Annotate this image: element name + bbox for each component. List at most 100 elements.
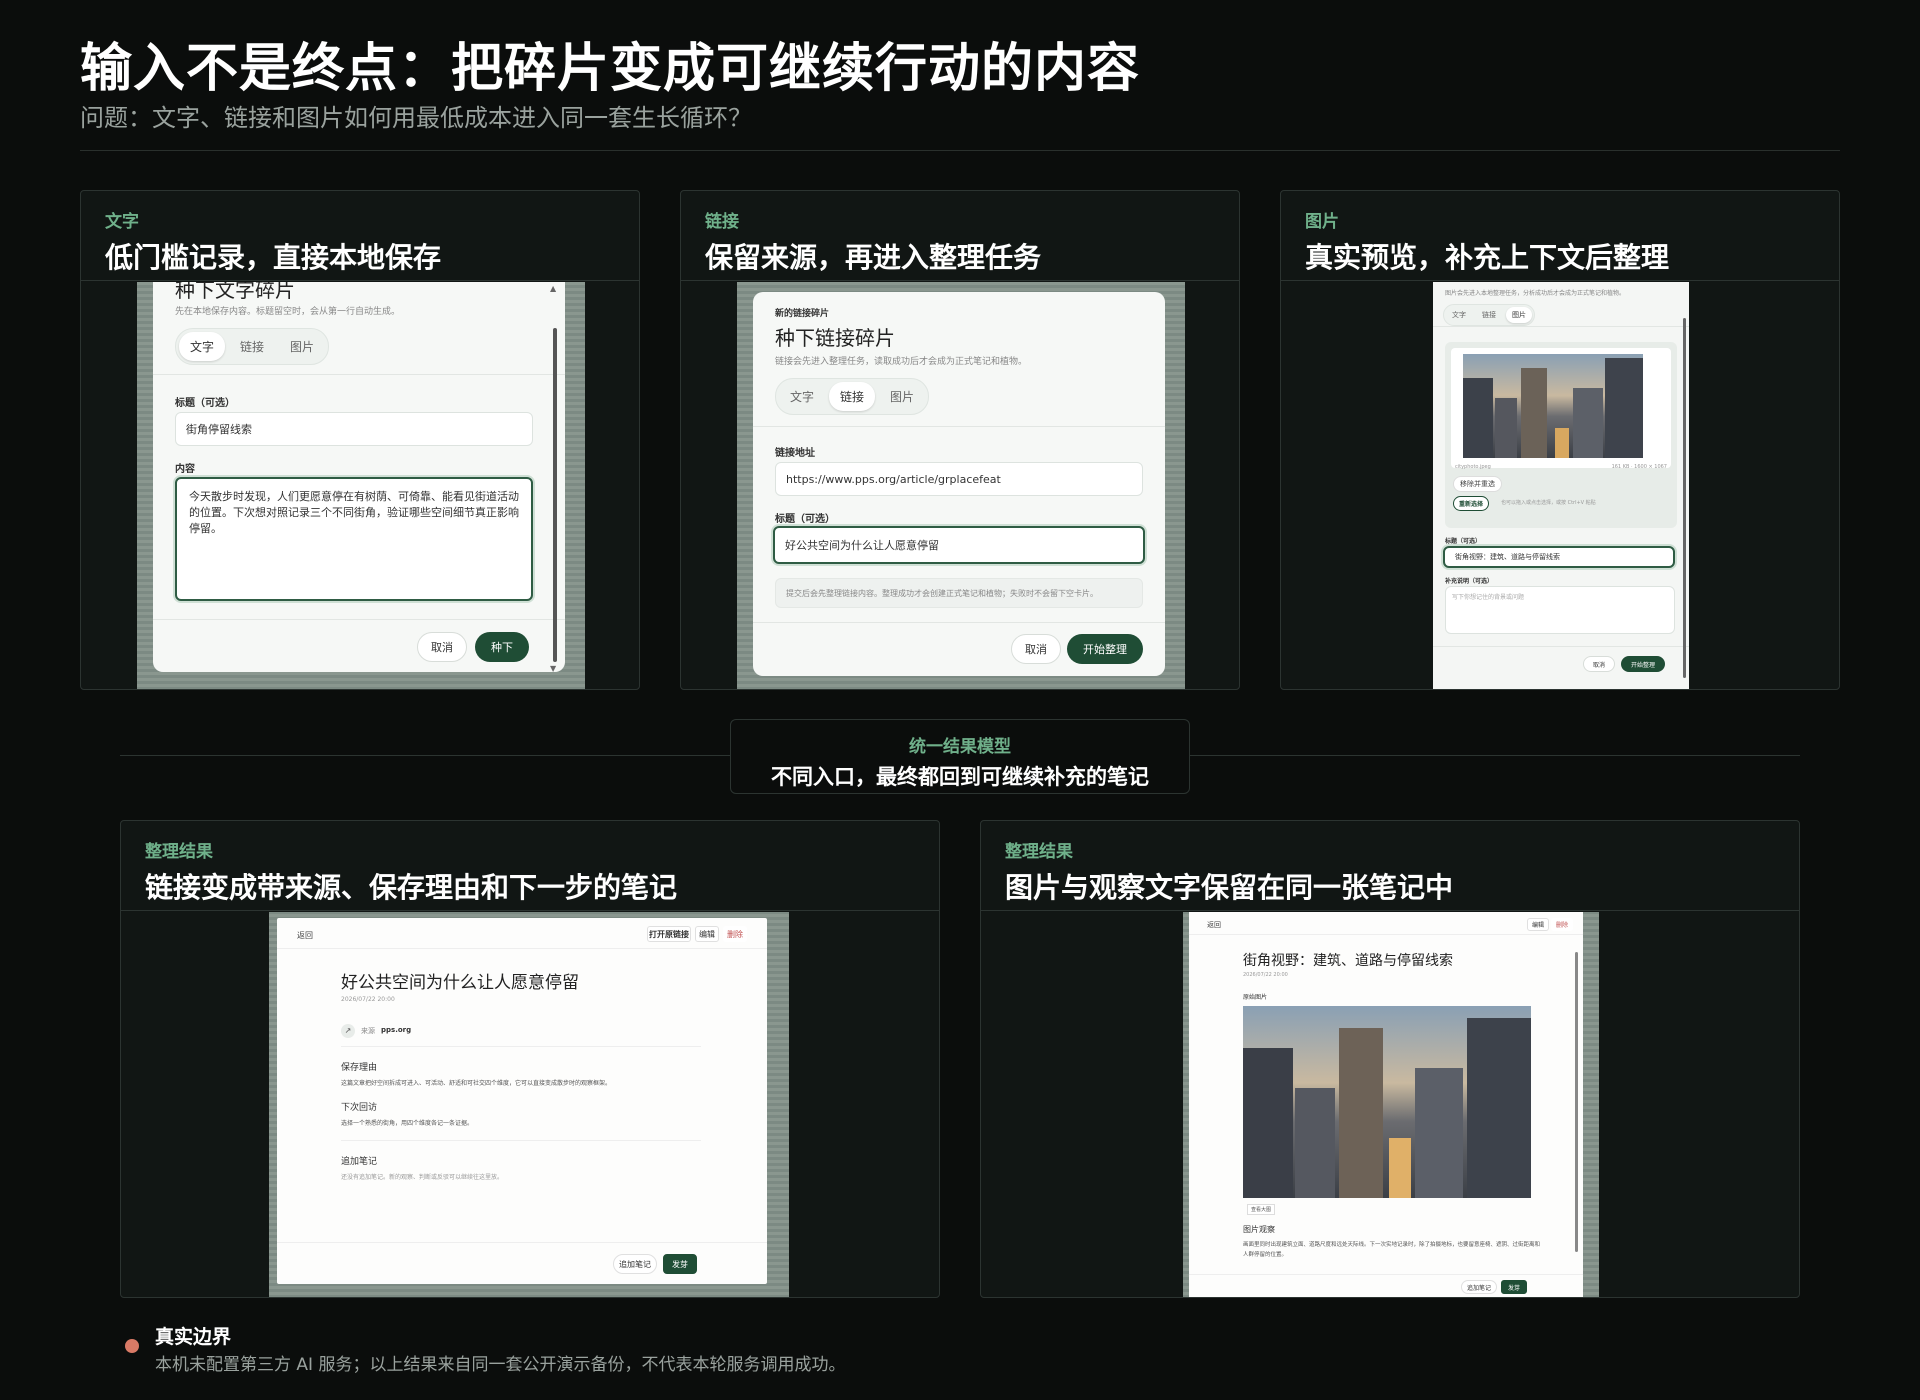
scroll-down-arrow-icon[interactable]: ▼ <box>550 664 556 673</box>
image-result-card: 整理结果 图片与观察文字保留在同一张笔记中 返回 编辑 删除 街角视野：建筑、道… <box>980 820 1800 1298</box>
title-input[interactable]: 街角停留线索 <box>175 412 533 446</box>
observation-title: 图片观察 <box>1243 1225 1275 1234</box>
append-note-title: 追加笔记 <box>341 1157 378 1167</box>
card-title: 链接变成带来源、保存理由和下一步的笔记 <box>145 871 678 904</box>
modal-hint: 先在本地保存内容。标题留空时，会从第一行自动生成。 <box>175 307 401 317</box>
description-textarea[interactable]: 写下你想记住的背景或问题 <box>1445 586 1675 634</box>
image-dropzone[interactable]: cityphoto.jpeg 161 KB · 1600 × 1067 移除并重… <box>1445 342 1677 528</box>
link-note-page: 返回 打开原链接 编辑 删除 好公共空间为什么让人愿意停留 2026/07/22… <box>277 918 767 1284</box>
modal-heading: 种下文字碎片 <box>175 282 295 302</box>
screenshot-stage: 返回 打开原链接 编辑 删除 好公共空间为什么让人愿意停留 2026/07/22… <box>269 912 789 1297</box>
city-photo[interactable] <box>1243 1006 1531 1198</box>
footer-title: 真实边界 <box>155 1326 232 1348</box>
tab-link[interactable]: 链接 <box>229 332 275 361</box>
building <box>1243 1048 1293 1198</box>
divider <box>153 619 565 620</box>
tab-image[interactable]: 图片 <box>879 382 925 411</box>
card-kicker: 文字 <box>105 212 139 232</box>
modal-heading: 种下链接碎片 <box>775 326 895 350</box>
note-date: 2026/07/22 20:00 <box>1243 972 1288 978</box>
title-input[interactable]: 好公共空间为什么让人愿意停留 <box>773 526 1145 564</box>
source-label: 来源 <box>361 1027 375 1035</box>
edit-button[interactable]: 编辑 <box>1527 918 1549 931</box>
sprout-button[interactable]: 发芽 <box>663 1254 697 1274</box>
card-kicker: 链接 <box>705 212 739 232</box>
content-textarea[interactable]: 今天散步时发现，人们更愿意停在有树荫、可倚靠、能看见街道活动的位置。下次想对照记… <box>175 477 533 601</box>
building <box>1495 398 1517 458</box>
title-label: 标题（可选） <box>775 514 835 525</box>
building <box>1339 1028 1383 1198</box>
content-text: 今天散步时发现，人们更愿意停在有树荫、可倚靠、能看见街道活动的位置。下次想对照记… <box>189 490 519 535</box>
image-note-page: 返回 编辑 删除 街角视野：建筑、道路与停留线索 2026/07/22 20:0… <box>1189 912 1583 1297</box>
next-visit-text: 选择一个熟悉的街角，用四个维度各记一条证据。 <box>341 1120 474 1127</box>
divider <box>277 948 767 949</box>
building <box>1463 378 1493 458</box>
card-title: 低门槛记录，直接本地保存 <box>105 241 442 274</box>
modal-hint: 链接会先进入整理任务，读取成功后才会成为正式笔记和植物。 <box>775 357 1028 367</box>
input-type-tabs: 文字 链接 图片 <box>175 328 330 365</box>
divider <box>341 1046 701 1047</box>
tab-text[interactable]: 文字 <box>779 382 825 411</box>
title-label: 标题（可选） <box>1445 538 1482 545</box>
card-header: 文字 低门槛记录，直接本地保存 <box>81 191 639 281</box>
tab-link[interactable]: 链接 <box>829 382 876 411</box>
append-note-button[interactable]: 追加笔记 <box>1461 1280 1497 1294</box>
card-kicker: 整理结果 <box>145 842 213 862</box>
cancel-button[interactable]: 取消 <box>417 632 467 662</box>
divider <box>341 1140 701 1141</box>
start-organize-button[interactable]: 开始整理 <box>1621 656 1665 672</box>
plant-button[interactable]: 种下 <box>475 632 529 662</box>
divider <box>753 426 1165 427</box>
divider <box>753 622 1165 623</box>
screenshot-stage: 返回 编辑 删除 街角视野：建筑、道路与停留线索 2026/07/22 20:0… <box>1183 912 1599 1297</box>
start-organize-button[interactable]: 开始整理 <box>1067 634 1143 664</box>
paste-hint: 也可以拖入或点击选择，或按 Ctrl+V 粘贴 <box>1501 500 1596 506</box>
back-link[interactable]: 返回 <box>297 930 313 941</box>
observation-text: 画面里同时出现建筑立面、道路尺度和远处天际线。下一次实地记录时，除了拍摄地标，也… <box>1243 1242 1541 1258</box>
divider <box>1433 326 1689 327</box>
url-input[interactable]: https://www.pps.org/article/grplacefeat <box>775 462 1143 496</box>
scrollbar[interactable] <box>1575 952 1578 1252</box>
scroll-up-arrow-icon[interactable]: ▲ <box>550 284 556 293</box>
delete-button[interactable]: 删除 <box>1551 918 1573 931</box>
card-title: 保留来源，再进入整理任务 <box>705 241 1042 274</box>
link-input-card: 链接 保留来源，再进入整理任务 新的链接碎片 种下链接碎片 链接会先进入整理任务… <box>680 190 1240 690</box>
input-type-tabs: 文字 链接 图片 <box>1443 304 1535 326</box>
tab-link[interactable]: 链接 <box>1476 307 1502 323</box>
divider <box>1433 646 1689 647</box>
tab-image[interactable]: 图片 <box>1506 307 1532 323</box>
delete-button[interactable]: 删除 <box>723 926 747 942</box>
file-name: cityphoto.jpeg <box>1455 464 1491 470</box>
note-date: 2026/07/22 20:00 <box>341 996 395 1003</box>
building <box>1295 1088 1335 1198</box>
back-link[interactable]: 返回 <box>1207 920 1221 930</box>
edit-button[interactable]: 编辑 <box>695 926 719 942</box>
tab-text[interactable]: 文字 <box>179 332 226 361</box>
remove-reselect-button[interactable]: 移除并重选 <box>1453 476 1502 492</box>
reselect-button[interactable]: 重新选择 <box>1453 496 1490 511</box>
image-input-card: 图片 真实预览，补充上下文后整理 图片会先进入本地整理任务，分析成功后才会成为正… <box>1280 190 1840 690</box>
screenshot-stage: 种下文字碎片 先在本地保存内容。标题留空时，会从第一行自动生成。 文字 链接 图… <box>137 282 585 689</box>
unified-model-box: 统一结果模型 不同入口，最终都回到可继续补充的笔记 <box>730 719 1190 794</box>
link-result-card: 整理结果 链接变成带来源、保存理由和下一步的笔记 返回 打开原链接 编辑 删除 … <box>120 820 940 1298</box>
card-kicker: 图片 <box>1305 212 1339 232</box>
url-label: 链接地址 <box>775 448 815 459</box>
cancel-button[interactable]: 取消 <box>1011 634 1061 664</box>
content-label: 内容 <box>175 464 195 475</box>
scrollbar[interactable] <box>553 328 557 662</box>
unified-text: 不同入口，最终都回到可继续补充的笔记 <box>771 765 1149 789</box>
open-original-link-button[interactable]: 打开原链接 <box>647 926 691 942</box>
reason-title: 保存理由 <box>341 1063 378 1073</box>
tab-image[interactable]: 图片 <box>279 332 325 361</box>
append-note-button[interactable]: 追加笔记 <box>613 1254 657 1274</box>
source-domain[interactable]: pps.org <box>381 1026 411 1034</box>
cancel-button[interactable]: 取消 <box>1583 656 1615 672</box>
scrollbar[interactable] <box>1683 318 1686 678</box>
building <box>1389 1138 1411 1198</box>
tab-text[interactable]: 文字 <box>1446 307 1472 323</box>
sprout-button[interactable]: 发芽 <box>1501 1280 1527 1294</box>
card-kicker: 整理结果 <box>1005 842 1073 862</box>
description-placeholder: 写下你想记住的背景或问题 <box>1452 594 1525 601</box>
title-input[interactable]: 街角视野：建筑、道路与停留线索 <box>1443 546 1675 568</box>
view-large-caption[interactable]: 查看大图 <box>1247 1204 1276 1215</box>
